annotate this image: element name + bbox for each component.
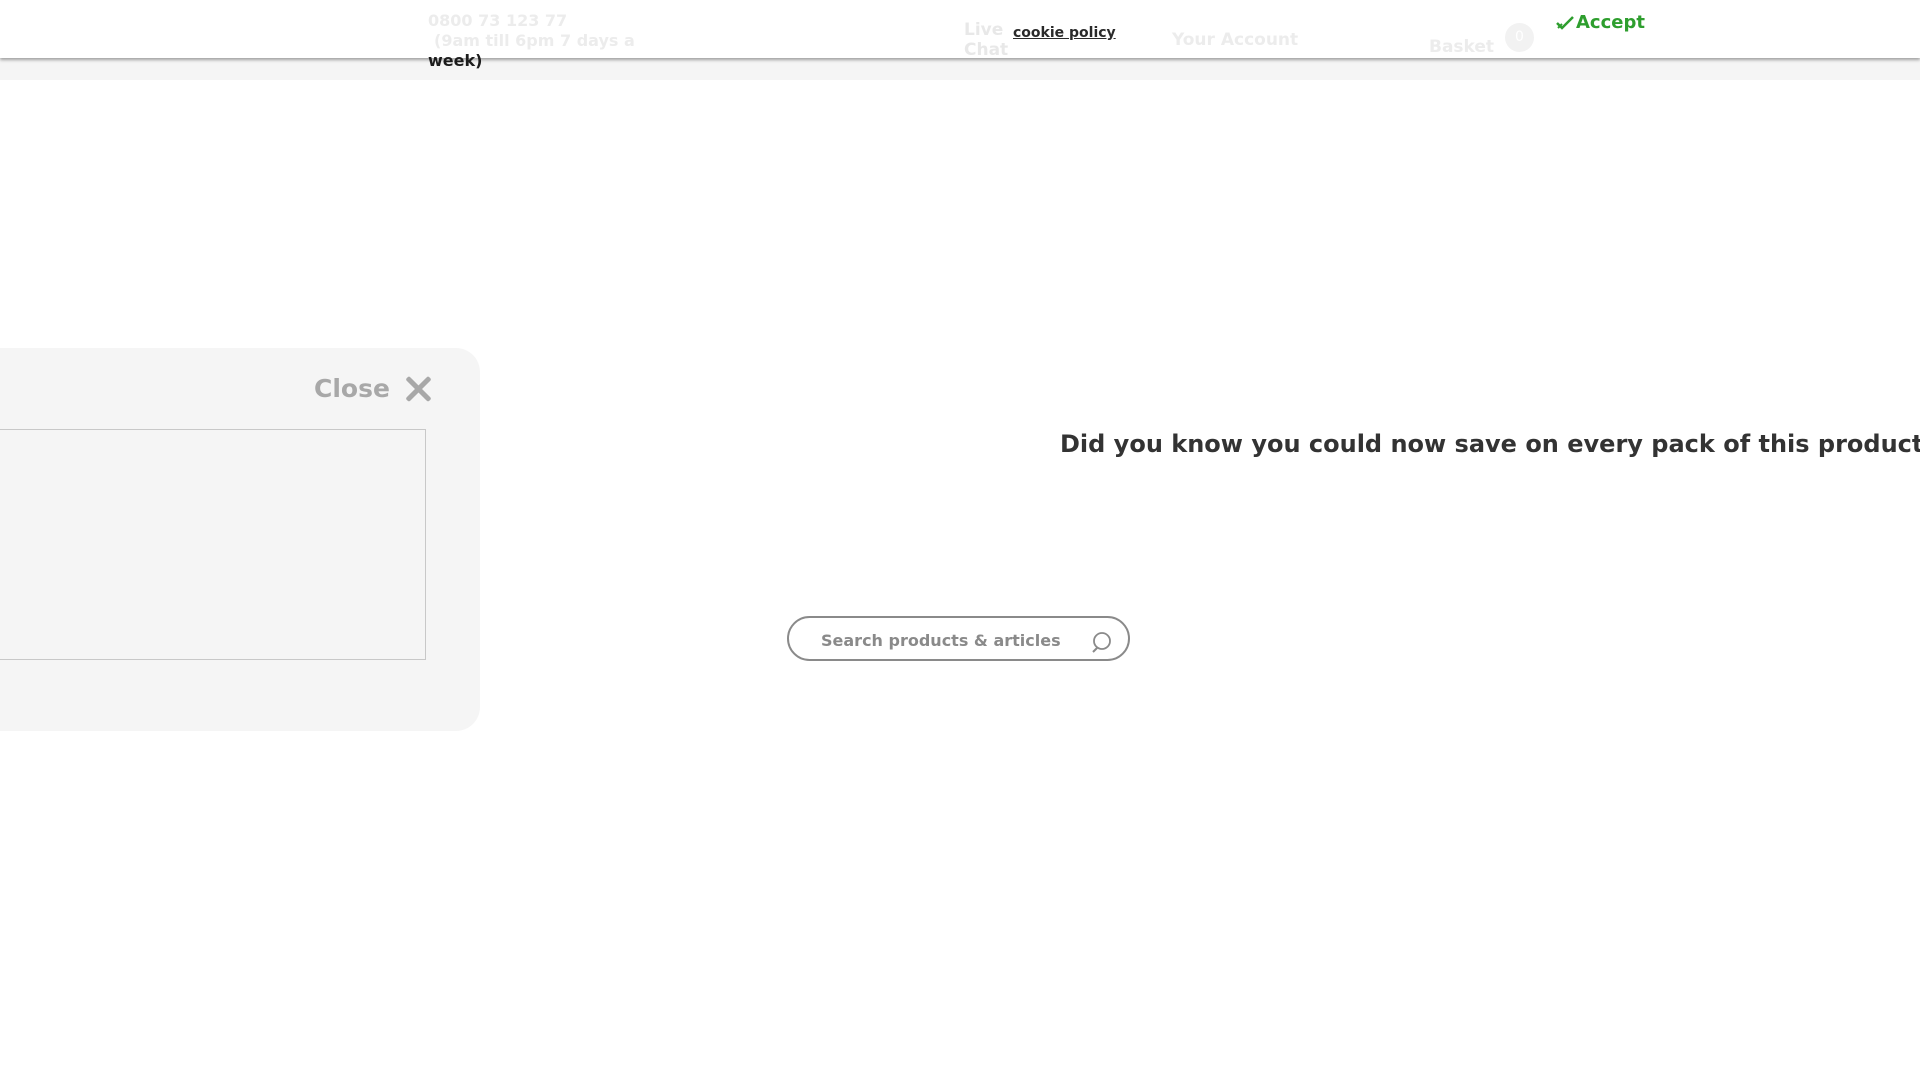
basket-link[interactable]: Basket [1429, 37, 1494, 57]
close-label: Close [314, 374, 390, 403]
search-input[interactable] [819, 626, 1073, 654]
close-icon [404, 375, 432, 403]
phone-number: 0800 73 123 77 [428, 11, 568, 30]
accept-cookies-button[interactable]: Accept [1556, 12, 1645, 33]
accept-label: Accept [1576, 12, 1645, 33]
search-icon[interactable] [1091, 630, 1115, 654]
promo-banner-text: Did you know you could now save on every… [1060, 430, 1920, 458]
check-icon [1556, 15, 1574, 30]
basket-count-badge[interactable]: 0 [1505, 23, 1534, 52]
phone-contact[interactable]: 0800 73 123 77 (9am till 6pm 7 days a we… [428, 11, 658, 71]
header-subbar [0, 58, 1920, 80]
site-header: 0800 73 123 77 (9am till 6pm 7 days a we… [0, 0, 1920, 70]
your-account-link[interactable]: Your Account [1172, 30, 1298, 50]
panel-content-box [0, 429, 426, 660]
search-bar [787, 616, 1130, 661]
phone-hours: (9am till 6pm 7 days a [434, 31, 635, 50]
close-button[interactable]: Close [314, 374, 432, 403]
cookie-policy-link[interactable]: cookie policy [1013, 25, 1116, 41]
side-panel: Close [0, 348, 480, 731]
phone-hours-end: week) [428, 51, 483, 70]
live-chat-link[interactable]: Live Chat [964, 20, 1008, 60]
